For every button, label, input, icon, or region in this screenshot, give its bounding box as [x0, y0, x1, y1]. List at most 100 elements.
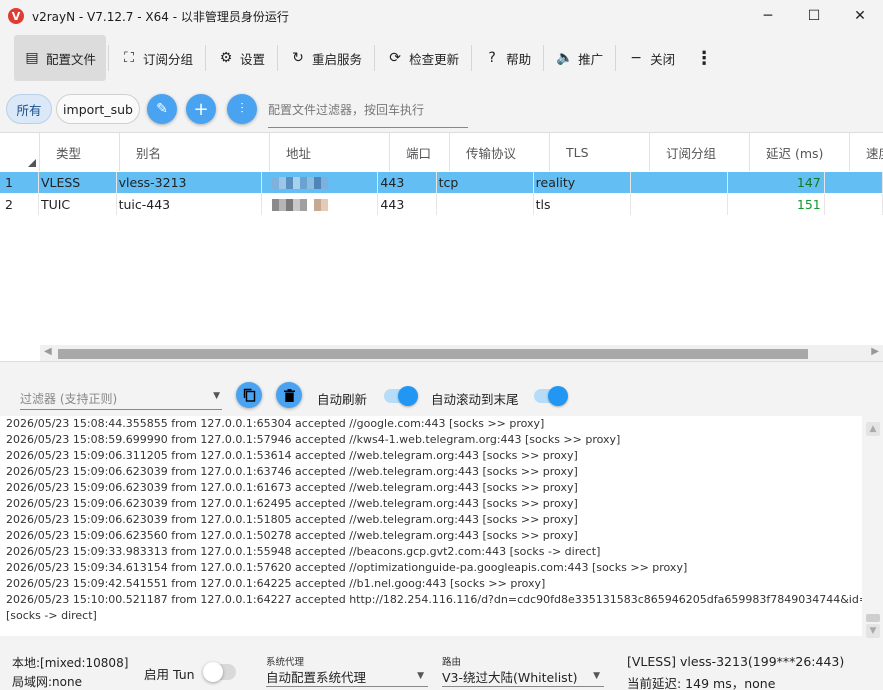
move-group-button[interactable]: ⫶: [227, 94, 257, 124]
status-bar: 本地:[mixed:10808] 局域网:none 启用 Tun 系统代理 自动…: [0, 650, 883, 690]
scroll-up-icon[interactable]: ▲: [866, 422, 880, 436]
profiles-table: 类型 别名 地址 端口 传输协议 TLS 订阅分组 延迟 (ms) 速度 1 V…: [0, 132, 883, 362]
log-line: 2026/05/23 15:09:06.623039 from 127.0.0.…: [6, 481, 578, 494]
log-line: 2026/05/23 15:09:33.983313 from 127.0.0.…: [6, 545, 601, 558]
row-number: 1: [0, 172, 39, 193]
tun-label: 启用 Tun: [144, 667, 195, 682]
clear-log-button[interactable]: [276, 382, 302, 408]
check-update-button[interactable]: ⟳ 检查更新: [377, 35, 469, 81]
row-subscription: [631, 172, 728, 193]
column-header-speed[interactable]: 速度: [850, 133, 883, 171]
server-icon: ▤: [25, 50, 39, 66]
row-transport: tcp: [437, 172, 534, 193]
window-title: v2rayN - V7.12.7 - X64 - 以非管理员身份运行: [32, 9, 289, 24]
toolbar-divider: [108, 45, 110, 71]
toolbar-divider: [205, 45, 207, 71]
column-header-port[interactable]: 端口: [390, 133, 450, 171]
group-filter-bar: 所有 import_sub ✎ + ⫶ 配置文件过滤器，按回车执行: [0, 90, 883, 128]
log-line: 2026/05/23 15:09:06.623039 from 127.0.0.…: [6, 497, 578, 510]
table-row[interactable]: 2 TUIC tuic-443 443 tls 151: [0, 194, 883, 215]
local-port-status: 本地:[mixed:10808]: [12, 656, 129, 670]
group-chip-all[interactable]: 所有: [6, 94, 52, 124]
log-output[interactable]: 2026/05/23 15:08:44.355855 from 127.0.0.…: [0, 416, 862, 636]
trash-icon: [283, 388, 295, 402]
routing-select[interactable]: V3-绕过大陆(Whitelist) ▼: [442, 665, 604, 687]
log-line: 2026/05/23 15:09:42.541551 from 127.0.0.…: [6, 577, 546, 590]
pencil-icon: ✎: [156, 101, 168, 117]
log-line: [socks -> direct]: [6, 609, 97, 622]
toolbar-divider: [374, 45, 376, 71]
profile-filter-input[interactable]: 配置文件过滤器，按回车执行: [268, 90, 468, 128]
row-speed: [825, 172, 883, 193]
row-alias: tuic-443: [117, 194, 263, 215]
row-address: [262, 194, 379, 215]
system-proxy-select[interactable]: 自动配置系统代理 ▼: [266, 665, 428, 687]
redacted-address-mosaic: [272, 176, 329, 189]
column-header-delay[interactable]: 延迟 (ms): [750, 133, 850, 171]
gear-icon: ⚙: [219, 50, 233, 66]
group-chip-import-sub[interactable]: import_sub: [56, 94, 140, 124]
scroll-down-icon[interactable]: ▼: [866, 624, 880, 638]
row-transport: [437, 194, 534, 215]
restart-icon: ↻: [292, 50, 304, 66]
current-server: [VLESS] vless-3213(199***26:443): [627, 654, 845, 669]
column-header-type[interactable]: 类型: [40, 133, 120, 171]
column-header-tls[interactable]: TLS: [550, 133, 650, 171]
edit-group-button[interactable]: ✎: [147, 94, 177, 124]
row-type: TUIC: [39, 194, 117, 215]
scroll-right-icon[interactable]: ▶: [871, 346, 879, 357]
row-port: 443: [378, 194, 437, 215]
horizontal-scrollbar[interactable]: ◀ ▶: [40, 345, 883, 361]
column-header-address[interactable]: 地址: [270, 133, 390, 171]
help-button[interactable]: ? 帮助: [474, 35, 541, 81]
minimize-button[interactable]: ─: [745, 0, 791, 32]
subscription-group-button[interactable]: ⛶ 订阅分组: [111, 35, 203, 81]
log-filter-placeholder: 过滤器 (支持正则): [20, 392, 118, 406]
auto-refresh-toggle[interactable]: [384, 386, 418, 406]
profiles-label: 配置文件: [46, 51, 97, 67]
row-delay: 151: [728, 194, 825, 215]
system-proxy-value: 自动配置系统代理: [266, 670, 367, 685]
column-header-alias[interactable]: 别名: [120, 133, 270, 171]
table-row[interactable]: 1 VLESS vless-3213 443 tcp reality 147: [0, 172, 883, 193]
log-line: 2026/05/23 15:08:59.699990 from 127.0.0.…: [6, 433, 621, 446]
maximize-button[interactable]: ☐: [791, 0, 837, 32]
speaker-icon: 🔈: [556, 50, 574, 66]
exit-button[interactable]: − 关闭: [618, 35, 685, 81]
log-line: 2026/05/23 15:09:06.623039 from 127.0.0.…: [6, 465, 578, 478]
column-header-transport[interactable]: 传输协议: [450, 133, 550, 171]
column-header-subscription[interactable]: 订阅分组: [650, 133, 750, 171]
auto-scroll-toggle[interactable]: [534, 386, 568, 406]
chevron-down-icon: ▼: [213, 391, 220, 401]
title-bar: V v2rayN - V7.12.7 - X64 - 以非管理员身份运行 ─ ☐…: [0, 0, 883, 32]
more-menu-button[interactable]: ⋮: [685, 35, 721, 81]
toolbar-divider: [615, 45, 617, 71]
scrollbar-thumb[interactable]: [58, 349, 808, 359]
log-filter-input[interactable]: 过滤器 (支持正则) ▼: [20, 384, 222, 410]
auto-refresh-label: 自动刷新: [317, 392, 368, 407]
row-delay: 147: [728, 172, 825, 193]
log-line: 2026/05/23 15:09:06.623039 from 127.0.0.…: [6, 513, 578, 526]
row-port: 443: [378, 172, 437, 193]
exit-label: 关闭: [650, 51, 676, 67]
check-update-label: 检查更新: [409, 51, 460, 67]
restart-service-label: 重启服务: [312, 51, 363, 67]
v2rayn-logo-icon: V: [8, 8, 24, 24]
log-controls: 过滤器 (支持正则) ▼ 自动刷新 自动滚动到末尾: [0, 380, 883, 412]
scroll-left-icon[interactable]: ◀: [44, 346, 52, 357]
select-all-corner[interactable]: [0, 133, 40, 171]
minus-icon: −: [630, 50, 642, 66]
scrollbar-thumb[interactable]: [866, 614, 880, 622]
add-group-button[interactable]: +: [186, 94, 216, 124]
log-vertical-scrollbar[interactable]: ▲ ▼: [862, 416, 883, 642]
tun-toggle[interactable]: [203, 662, 236, 682]
restart-service-button[interactable]: ↻ 重启服务: [280, 35, 372, 81]
copy-log-button[interactable]: [236, 382, 262, 408]
promotion-button[interactable]: 🔈 推广: [546, 35, 613, 81]
settings-button[interactable]: ⚙ 设置: [208, 35, 275, 81]
main-toolbar: ▤ 配置文件 ⛶ 订阅分组 ⚙ 设置 ↻ 重启服务 ⟳ 检查更新 ? 帮助 🔈 …: [0, 32, 883, 84]
profiles-button[interactable]: ▤ 配置文件: [14, 35, 107, 81]
row-type: VLESS: [39, 172, 117, 193]
subscription-group-label: 订阅分组: [143, 51, 194, 67]
close-window-button[interactable]: ✕: [837, 0, 883, 32]
